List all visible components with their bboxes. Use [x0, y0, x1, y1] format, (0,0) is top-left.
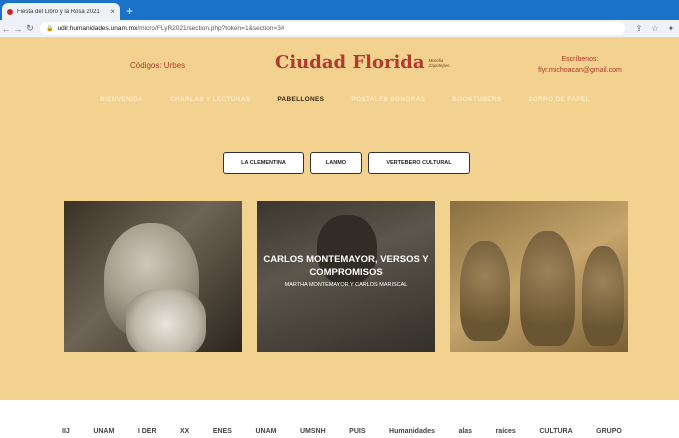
- mosaic-figure-center: [520, 231, 575, 346]
- sponsor-logo: IIJ: [62, 428, 70, 435]
- pavilion-buttons: LA CLEMENTINA LANMO VERTEBERO CULTURAL: [223, 152, 470, 174]
- share-icon[interactable]: ⇪: [631, 24, 647, 33]
- codigos-link[interactable]: Códigos: Urbes: [130, 61, 185, 70]
- nav-item-booktubers[interactable]: BOOKTUBERS: [452, 96, 501, 103]
- reload-icon[interactable]: ↻: [24, 23, 36, 34]
- mosaic-figure-right: [582, 246, 624, 346]
- nav-item-postales[interactable]: POSTALES SONORAS: [351, 96, 425, 103]
- tab-title: Fiesta del Libro y la Rosa 2021: [17, 8, 100, 15]
- sponsor-logo: PUIS: [349, 428, 366, 435]
- sponsor-logo: XX: [180, 428, 190, 435]
- sponsor-logo: UMSNH: [299, 428, 326, 435]
- close-tab-icon[interactable]: ×: [110, 7, 115, 16]
- sponsor-logo: Humanidades: [389, 428, 435, 435]
- portrait-beard-shape: [126, 289, 206, 352]
- sponsor-logo: UNAM: [93, 428, 115, 435]
- url-path: /micro/FLyR2021/section.php?token=1&sect…: [137, 25, 285, 32]
- contact-block: Escríbenos: flyr.michoacan@gmail.com: [530, 54, 630, 76]
- back-icon[interactable]: ←: [0, 24, 12, 34]
- sponsor-logo: ENES: [212, 428, 232, 435]
- lanmo-button[interactable]: LANMO: [310, 152, 362, 174]
- contact-email-link[interactable]: flyr.michoacan@gmail.com: [530, 65, 630, 76]
- browser-tab-bar: Fiesta del Libro y la Rosa 2021 × +: [0, 0, 679, 20]
- sponsor-logo: I DER: [137, 428, 157, 435]
- favicon-icon: [7, 8, 13, 15]
- lock-icon: 🔒: [46, 26, 54, 32]
- sponsor-logo: raíces: [495, 428, 516, 435]
- sponsor-logo: alas: [458, 428, 473, 435]
- sponsor-logo: UNAM: [255, 428, 277, 435]
- page-content: Códigos: Urbes Ciudad Florida Morelia Za…: [0, 38, 679, 400]
- url-host: udir.humanidades.unam.mx: [57, 25, 138, 32]
- sponsor-logo: CULTURA: [539, 428, 573, 435]
- forward-icon[interactable]: →: [12, 24, 24, 34]
- nav-item-zorro[interactable]: ZORRO DE PAPEL: [528, 96, 590, 103]
- url-input[interactable]: 🔒 udir.humanidades.unam.mx/micro/FLyR202…: [40, 22, 625, 35]
- nav-item-charlas[interactable]: CHARLAS Y LECTURAS: [170, 96, 250, 103]
- logo-title: Ciudad Florida: [275, 52, 425, 73]
- bookmark-star-icon[interactable]: ☆: [647, 24, 663, 33]
- address-bar-row: ← → ↻ 🔒 udir.humanidades.unam.mx/micro/F…: [0, 20, 679, 38]
- mosaic-figure-left: [460, 241, 510, 341]
- featured-caption: CARLOS MONTEMAYOR, VERSOS Y COMPROMISOS …: [257, 253, 435, 288]
- sponsor-footer: IIJ UNAM I DER XX ENES UNAM UMSNH PUIS H…: [0, 400, 679, 438]
- featured-subtitle: MARTHA MONTEMAYOR Y CARLOS MARISCAL: [284, 282, 408, 288]
- la-clementina-button[interactable]: LA CLEMENTINA: [223, 152, 304, 174]
- main-nav: BIENVENIDA CHARLAS Y LECTURAS PABELLONES…: [100, 96, 590, 103]
- new-tab-icon[interactable]: +: [126, 4, 133, 18]
- contact-label: Escríbenos:: [561, 56, 599, 63]
- nav-item-pabellones[interactable]: PABELLONES: [277, 96, 324, 103]
- extensions-icon[interactable]: ✦: [663, 24, 679, 33]
- browser-tab[interactable]: Fiesta del Libro y la Rosa 2021 ×: [2, 3, 120, 20]
- logo-subtitle: Morelia Zapotepec: [428, 57, 450, 68]
- mosaic-card[interactable]: [450, 201, 628, 352]
- site-logo[interactable]: Ciudad Florida Morelia Zapotepec: [275, 52, 453, 73]
- portrait-card-elder[interactable]: [64, 201, 242, 352]
- featured-title: CARLOS MONTEMAYOR, VERSOS Y COMPROMISOS: [263, 254, 429, 278]
- nav-item-bienvenida[interactable]: BIENVENIDA: [100, 96, 143, 103]
- vertebero-cultural-button[interactable]: VERTEBERO CULTURAL: [368, 152, 470, 174]
- sponsor-logo: GRUPO: [596, 428, 622, 435]
- featured-card[interactable]: CARLOS MONTEMAYOR, VERSOS Y COMPROMISOS …: [257, 201, 435, 352]
- sponsor-logos: IIJ UNAM I DER XX ENES UNAM UMSNH PUIS H…: [62, 428, 622, 435]
